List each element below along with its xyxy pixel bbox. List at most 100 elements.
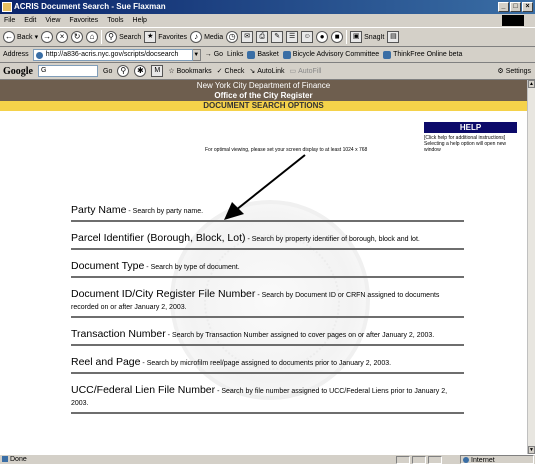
link-basket[interactable]: Basket xyxy=(247,50,279,59)
menu-tools[interactable]: Tools xyxy=(107,17,123,24)
check-label: Check xyxy=(224,67,245,75)
forward-arrow-icon: → xyxy=(41,31,54,43)
home-icon[interactable]: ⌂ xyxy=(86,31,99,43)
option-title[interactable]: Parcel Identifier (Borough, Block, Lot) xyxy=(71,232,246,244)
stop-icon[interactable]: × xyxy=(56,31,69,43)
option-parcel-identifier[interactable]: Parcel Identifier (Borough, Block, Lot) … xyxy=(71,233,464,250)
menu-favorites[interactable]: Favorites xyxy=(69,17,98,24)
menu-file[interactable]: File xyxy=(4,17,15,24)
security-zone: Internet xyxy=(460,455,534,464)
go-button[interactable]: → Go xyxy=(205,51,223,58)
ie-app-icon xyxy=(2,2,12,12)
mail-icon[interactable]: ✉ xyxy=(241,31,254,43)
address-input[interactable]: http://a836-acris.nyc.gov/scripts/docsea… xyxy=(32,48,193,61)
search-options-list: Party Name - Search by party name. Parce… xyxy=(71,205,464,425)
back-arrow-icon: ← xyxy=(3,31,15,43)
address-label: Address xyxy=(3,51,29,58)
menu-edit[interactable]: Edit xyxy=(24,17,36,24)
option-title[interactable]: Transaction Number xyxy=(71,328,166,340)
media-label: Media xyxy=(204,33,224,41)
status-panel xyxy=(412,456,426,464)
option-title[interactable]: UCC/Federal Lien File Number xyxy=(71,384,215,396)
option-reel-and-page[interactable]: Reel and Page - Search by microfilm reel… xyxy=(71,357,464,374)
forward-button[interactable]: → xyxy=(41,31,54,43)
scroll-down-icon[interactable]: ▼ xyxy=(528,446,535,454)
page-viewport: New York City Department of Finance Offi… xyxy=(0,80,527,454)
window-controls: _ □ × xyxy=(498,2,533,12)
settings-button[interactable]: ⚙ Settings xyxy=(497,67,531,76)
snagit-icon: ▣ xyxy=(350,31,363,43)
favorites-button[interactable]: ★ Favorites xyxy=(144,31,187,43)
record-icon[interactable]: ● xyxy=(316,31,329,43)
media-icon: ♪ xyxy=(190,31,203,43)
menu-view[interactable]: View xyxy=(45,17,60,24)
help-button[interactable]: HELP xyxy=(424,122,517,133)
option-ucc-federal-lien[interactable]: UCC/Federal Lien File Number - Search by… xyxy=(71,385,464,414)
maximize-button[interactable]: □ xyxy=(510,2,521,12)
link-basket-label: Basket xyxy=(257,51,279,58)
option-title[interactable]: Document ID/City Register File Number xyxy=(71,288,255,300)
link-bicycle-committee[interactable]: Bicycle Advisory Committee xyxy=(282,50,380,59)
bookmarks-label: Bookmarks xyxy=(176,67,212,75)
close-button[interactable]: × xyxy=(522,2,533,12)
option-document-id[interactable]: Document ID/City Register File Number - … xyxy=(71,289,464,318)
discuss-icon[interactable]: ☰ xyxy=(286,31,299,43)
office-heading: Office of the City Register xyxy=(214,91,313,100)
autolink-button[interactable]: ↘ AutoLink xyxy=(249,67,284,76)
help-instructions: [Click help for additional instructions]… xyxy=(424,135,506,153)
snagit-label: SnagIt xyxy=(364,33,385,41)
menu-help[interactable]: Help xyxy=(133,17,147,24)
menu-bar: File Edit View Favorites Tools Help xyxy=(0,14,535,27)
address-dropdown[interactable]: ▼ xyxy=(191,48,201,61)
star-icon: ☆ xyxy=(168,68,175,75)
google-web-icon[interactable]: ✱ xyxy=(134,65,147,77)
edit-icon[interactable]: ✎ xyxy=(271,31,284,43)
go-arrow-icon: → xyxy=(204,51,212,58)
history-icon[interactable]: ◷ xyxy=(226,31,239,43)
refresh-icon[interactable]: ↻ xyxy=(71,31,84,43)
option-title[interactable]: Document Type xyxy=(71,260,144,272)
scroll-up-icon[interactable]: ▲ xyxy=(528,80,535,88)
gmail-icon[interactable]: M xyxy=(151,65,164,77)
status-panel xyxy=(396,456,410,464)
status-panels xyxy=(396,456,442,464)
bookmarks-button[interactable]: ☆ Bookmarks xyxy=(168,67,212,76)
toolbar-separator xyxy=(101,30,103,44)
google-logo[interactable]: Google xyxy=(3,66,33,77)
link-bicycle-label: Bicycle Advisory Committee xyxy=(292,51,380,58)
google-search-icon[interactable]: ⚲ xyxy=(117,65,130,77)
window-titlebar: ACRIS Document Search - Sue Flaxman _ □ … xyxy=(0,0,535,14)
section-title: DOCUMENT SEARCH OPTIONS xyxy=(0,101,527,111)
help-box: HELP [Click help for additional instruct… xyxy=(424,122,524,153)
back-button[interactable]: ← Back ▾ xyxy=(3,31,38,43)
messenger-icon[interactable]: ☺ xyxy=(301,31,314,43)
print-icon[interactable]: ⎙ xyxy=(256,31,269,43)
checkmark-icon: ✓ xyxy=(216,68,223,75)
stop-record-icon[interactable]: ■ xyxy=(331,31,344,43)
check-button[interactable]: ✓ Check xyxy=(216,67,245,76)
google-go-button[interactable]: Go xyxy=(103,68,112,75)
autofill-button[interactable]: ▭ AutoFill xyxy=(289,67,322,76)
option-description: - Search by microfilm reel/page assigned… xyxy=(140,360,392,367)
vertical-scrollbar[interactable]: ▲ ▼ xyxy=(527,80,535,454)
chevron-down-icon: ▾ xyxy=(34,34,39,41)
go-label: Go xyxy=(213,51,224,58)
option-transaction-number[interactable]: Transaction Number - Search by Transacti… xyxy=(71,329,464,346)
links-label[interactable]: Links xyxy=(227,51,243,58)
search-button[interactable]: ⚲ Search xyxy=(105,31,141,43)
snagit-button[interactable]: ▣ SnagIt xyxy=(350,31,384,43)
option-party-name[interactable]: Party Name - Search by party name. xyxy=(71,205,464,222)
google-search-input[interactable]: G xyxy=(38,65,98,77)
link-thinkfree[interactable]: ThinkFree Online beta xyxy=(383,50,462,59)
window-title: ACRIS Document Search - Sue Flaxman xyxy=(14,2,166,11)
option-title[interactable]: Party Name xyxy=(71,204,126,216)
status-panel xyxy=(428,456,442,464)
media-button[interactable]: ♪ Media xyxy=(190,31,223,43)
autofill-label: AutoFill xyxy=(298,67,322,75)
favorites-label: Favorites xyxy=(158,33,188,41)
capture-window-icon[interactable]: ▤ xyxy=(387,31,400,43)
minimize-button[interactable]: _ xyxy=(498,2,509,12)
option-document-type[interactable]: Document Type - Search by type of docume… xyxy=(71,261,464,278)
google-toolbar: Google G Go ⚲ ✱ M ☆ Bookmarks ✓ Check ↘ Aut… xyxy=(0,63,535,80)
option-title[interactable]: Reel and Page xyxy=(71,356,140,368)
